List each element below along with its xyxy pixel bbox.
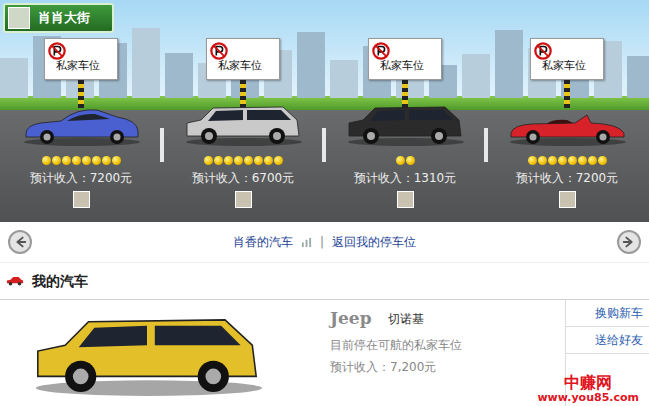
no-parking-icon bbox=[534, 41, 552, 59]
no-parking-icon bbox=[372, 41, 390, 59]
parking-spots: 私家车位预计收入：7200元私家车位预计收入：6700元私家车位预计收入：131… bbox=[0, 0, 649, 222]
street-title: 肖肖大街 bbox=[38, 8, 90, 28]
next-arrow-icon[interactable] bbox=[617, 230, 641, 254]
sign-pole bbox=[240, 80, 246, 108]
car-model: 切诺基 bbox=[388, 310, 424, 328]
coin-icon bbox=[204, 156, 213, 165]
coin-row bbox=[528, 156, 607, 166]
sign-text: 私家车位 bbox=[218, 59, 262, 72]
my-car-panel: Jeep 切诺基目前停在可航的私家车位预计收入：7,200元 换购新车送给好友中赚网… bbox=[0, 300, 649, 406]
no-parking-icon bbox=[48, 41, 66, 59]
coin-icon bbox=[234, 156, 243, 165]
watermark: 中赚网www.you85.com bbox=[537, 374, 639, 404]
parking-spot[interactable]: 私家车位预计收入：1310元 bbox=[324, 0, 486, 222]
coin-icon bbox=[558, 156, 567, 165]
coin-icon bbox=[102, 156, 111, 165]
watermark-url: www.you85.com bbox=[537, 392, 639, 404]
coin-icon bbox=[598, 156, 607, 165]
expected-income: 预计收入：1310元 bbox=[354, 170, 457, 186]
chart-icon bbox=[301, 233, 312, 251]
owner-avatar-icon[interactable] bbox=[235, 191, 252, 208]
coin-icon bbox=[538, 156, 547, 165]
coin-icon bbox=[568, 156, 577, 165]
parking-spot[interactable]: 私家车位预计收入：7200元 bbox=[486, 0, 648, 222]
parking-sign: 私家车位 bbox=[206, 38, 280, 80]
action-button[interactable]: 换购新车 bbox=[566, 300, 649, 327]
sign-pole bbox=[564, 80, 570, 108]
coin-icon bbox=[588, 156, 597, 165]
separator: | bbox=[320, 233, 324, 251]
nav-links: 肖香的汽车 | 返回我的停车位 bbox=[233, 233, 416, 251]
coin-row bbox=[42, 156, 121, 166]
coin-icon bbox=[264, 156, 273, 165]
coin-icon bbox=[396, 156, 405, 165]
parking-spot[interactable]: 私家车位预计收入：6700元 bbox=[162, 0, 324, 222]
section-title: 我的汽车 bbox=[32, 271, 88, 292]
owner-avatar-icon[interactable] bbox=[559, 191, 576, 208]
sign-text: 私家车位 bbox=[380, 59, 424, 72]
my-car-picture bbox=[0, 300, 320, 406]
sign-text: 私家车位 bbox=[542, 59, 586, 72]
coin-icon bbox=[254, 156, 263, 165]
coin-icon bbox=[92, 156, 101, 165]
back-link[interactable]: 返回我的停车位 bbox=[332, 233, 416, 251]
sign-pole bbox=[402, 80, 408, 108]
prev-arrow-icon[interactable] bbox=[8, 230, 32, 254]
street-label[interactable]: 肖肖大街 bbox=[3, 3, 114, 33]
coin-icon bbox=[224, 156, 233, 165]
coin-icon bbox=[52, 156, 61, 165]
coin-icon bbox=[72, 156, 81, 165]
coin-icon bbox=[82, 156, 91, 165]
avatar-icon[interactable] bbox=[8, 7, 30, 29]
coin-icon bbox=[244, 156, 253, 165]
coin-icon bbox=[406, 156, 415, 165]
my-car-info: Jeep 切诺基目前停在可航的私家车位预计收入：7,200元 bbox=[320, 300, 565, 406]
coin-icon bbox=[112, 156, 121, 165]
coin-icon bbox=[214, 156, 223, 165]
parking-sign: 私家车位 bbox=[44, 38, 118, 80]
expected-income: 预计收入：6700元 bbox=[192, 170, 295, 186]
coin-icon bbox=[62, 156, 71, 165]
coin-icon bbox=[548, 156, 557, 165]
section-header: 我的汽车 bbox=[0, 262, 649, 300]
parked-car[interactable] bbox=[505, 102, 629, 146]
parking-spot[interactable]: 私家车位预计收入：7200元 bbox=[0, 0, 162, 222]
coin-row bbox=[396, 156, 415, 166]
car-income: 预计收入：7,200元 bbox=[330, 358, 565, 376]
parked-car[interactable] bbox=[19, 102, 143, 146]
owner-avatar-icon[interactable] bbox=[397, 191, 414, 208]
owner-avatar-icon[interactable] bbox=[73, 191, 90, 208]
car-nav: 肖香的汽车 | 返回我的停车位 bbox=[0, 222, 649, 262]
parked-car[interactable] bbox=[181, 102, 305, 146]
action-button[interactable]: 送给好友 bbox=[566, 327, 649, 354]
owner-cars-link[interactable]: 肖香的汽车 bbox=[233, 233, 293, 251]
coin-icon bbox=[578, 156, 587, 165]
my-car[interactable] bbox=[30, 307, 264, 399]
coin-row bbox=[204, 156, 283, 166]
parking-sign: 私家车位 bbox=[368, 38, 442, 80]
brand-logo: Jeep bbox=[330, 306, 372, 332]
coin-icon bbox=[528, 156, 537, 165]
expected-income: 预计收入：7200元 bbox=[30, 170, 133, 186]
coin-icon bbox=[274, 156, 283, 165]
parking-scene: 肖肖大街私家车位预计收入：7200元私家车位预计收入：6700元私家车位预计收入… bbox=[0, 0, 649, 222]
sign-pole bbox=[78, 80, 84, 108]
watermark-name: 中赚网 bbox=[537, 374, 639, 392]
car-location: 目前停在可航的私家车位 bbox=[330, 336, 565, 354]
parking-sign: 私家车位 bbox=[530, 38, 604, 80]
no-parking-icon bbox=[210, 41, 228, 59]
car-icon bbox=[6, 276, 24, 286]
coin-icon bbox=[42, 156, 51, 165]
parked-car[interactable] bbox=[343, 102, 467, 146]
brand-row: Jeep 切诺基 bbox=[330, 306, 565, 332]
sign-text: 私家车位 bbox=[56, 59, 100, 72]
expected-income: 预计收入：7200元 bbox=[516, 170, 619, 186]
